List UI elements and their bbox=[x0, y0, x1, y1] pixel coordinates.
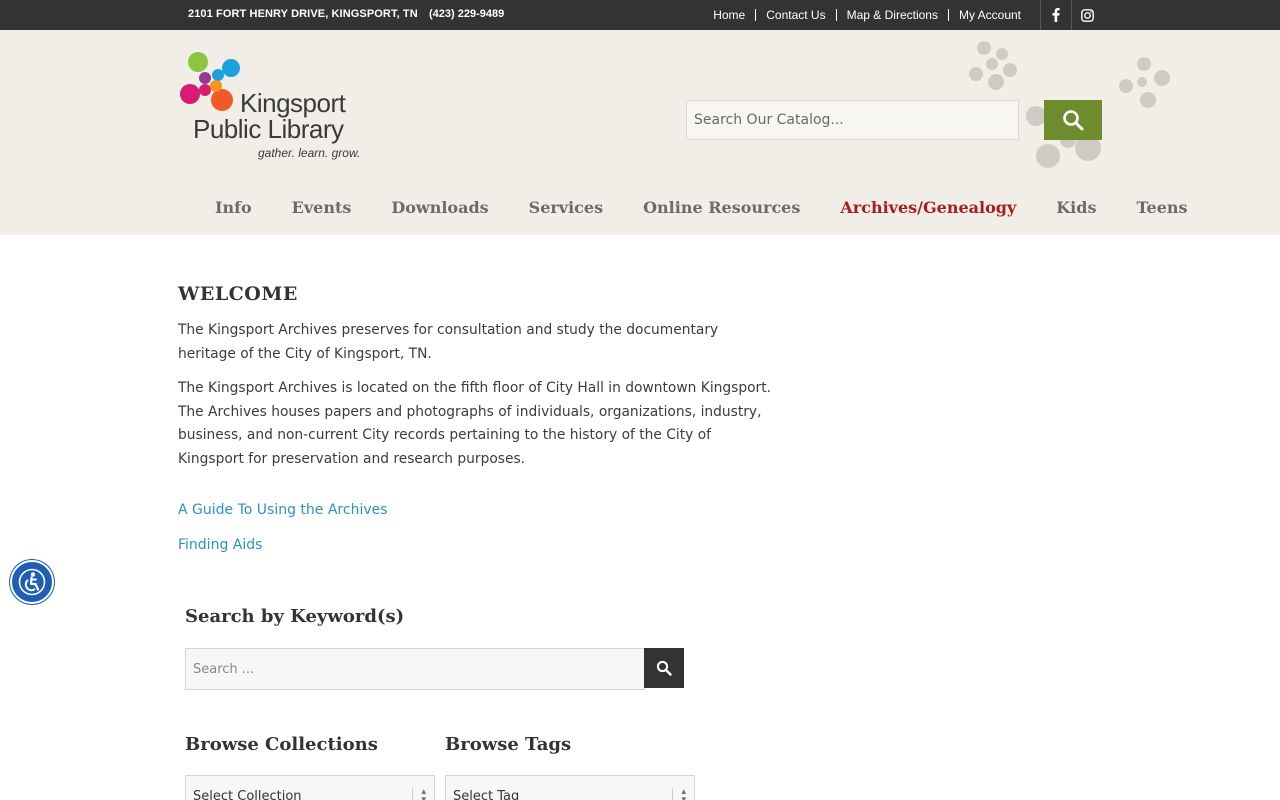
browse-collections-heading: Browse Collections bbox=[185, 734, 378, 755]
intro-paragraph: The Kingsport Archives preserves for con… bbox=[178, 322, 719, 362]
search-icon bbox=[1063, 110, 1084, 131]
contact-us-link[interactable]: Contact Us bbox=[755, 9, 835, 21]
guide-link[interactable]: A Guide To Using the Archives bbox=[178, 502, 388, 518]
nav-services[interactable]: Services bbox=[509, 198, 623, 217]
keyword-search-heading: Search by Keyword(s) bbox=[185, 606, 405, 627]
page-title: WELCOME bbox=[178, 283, 298, 305]
map-directions-link[interactable]: Map & Directions bbox=[835, 9, 948, 21]
address: 2101 FORT HENRY DRIVE, KINGSPORT, TN bbox=[188, 8, 418, 20]
catalog-search-button[interactable] bbox=[1044, 100, 1102, 140]
nav-kids[interactable]: Kids bbox=[1036, 198, 1116, 217]
logo-text-public-library: Public Library bbox=[193, 114, 344, 144]
nav-archives-genealogy[interactable]: Archives/Genealogy bbox=[820, 198, 1036, 217]
accessibility-button[interactable] bbox=[10, 560, 54, 604]
facebook-icon[interactable] bbox=[1040, 0, 1071, 30]
my-account-link[interactable]: My Account bbox=[947, 9, 1031, 21]
collection-select-value: Select Collection bbox=[193, 789, 302, 800]
tag-select[interactable]: Select Tag ▴ ▾ bbox=[445, 775, 695, 800]
nav-events[interactable]: Events bbox=[272, 198, 372, 217]
home-link[interactable]: Home bbox=[703, 9, 755, 21]
social-links bbox=[1040, 0, 1102, 30]
main-navigation: Info Events Downloads Services Online Re… bbox=[195, 198, 1208, 217]
logo-tagline: gather. learn. grow. bbox=[258, 146, 361, 160]
nav-info[interactable]: Info bbox=[195, 198, 272, 217]
catalog-search-input[interactable]: Search Our Catalog... bbox=[686, 100, 1019, 140]
instagram-icon[interactable] bbox=[1071, 0, 1102, 30]
nav-teens[interactable]: Teens bbox=[1116, 198, 1207, 217]
utility-links: Home Contact Us Map & Directions My Acco… bbox=[703, 0, 1031, 30]
search-icon bbox=[656, 660, 672, 676]
top-bar: 2101 FORT HENRY DRIVE, KINGSPORT, TN (42… bbox=[0, 0, 1280, 30]
keyword-search-button[interactable] bbox=[644, 648, 684, 688]
decorative-people-graphic-2 bbox=[1119, 57, 1170, 108]
nav-downloads[interactable]: Downloads bbox=[371, 198, 508, 217]
keyword-search-input[interactable]: Search ... bbox=[185, 648, 645, 690]
tag-select-value: Select Tag bbox=[453, 789, 520, 800]
location-paragraph: The Kingsport Archives is located on the… bbox=[178, 380, 772, 467]
nav-online-resources[interactable]: Online Resources bbox=[623, 198, 820, 217]
collection-select[interactable]: Select Collection ▴ ▾ bbox=[185, 775, 435, 800]
finding-aids-link[interactable]: Finding Aids bbox=[178, 537, 262, 553]
select-arrows-icon: ▴ ▾ bbox=[672, 788, 686, 800]
phone-number[interactable]: (423) 229-9489 bbox=[429, 8, 504, 20]
select-arrows-icon: ▴ ▾ bbox=[412, 788, 426, 800]
decorative-people-graphic bbox=[969, 41, 1017, 90]
browse-tags-heading: Browse Tags bbox=[445, 734, 572, 755]
accessibility-icon bbox=[18, 568, 46, 596]
